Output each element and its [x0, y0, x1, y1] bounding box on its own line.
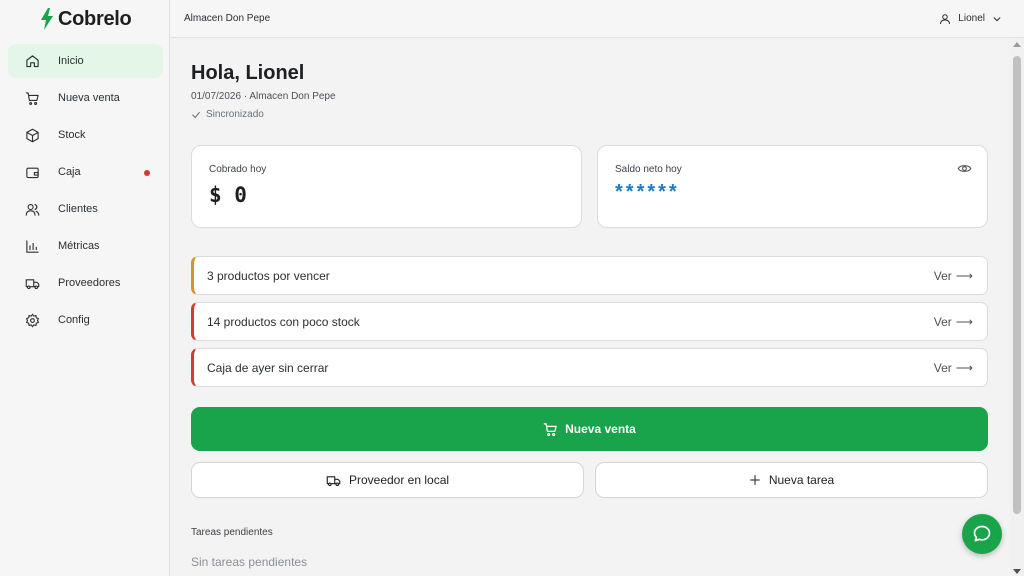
- new-sale-button[interactable]: Nueva venta: [191, 407, 988, 451]
- user-name: Lionel: [958, 13, 985, 24]
- sidebar-item-inicio[interactable]: Inicio: [8, 44, 163, 78]
- sidebar-item-nueva-venta[interactable]: Nueva venta: [8, 81, 163, 115]
- alert-link[interactable]: Ver ⟶: [934, 269, 973, 283]
- page-scrollbar[interactable]: [1010, 38, 1024, 576]
- sidebar-item-stock[interactable]: Stock: [8, 118, 163, 152]
- sidebar-nav: Inicio Nueva venta Stock Caja Clientes M…: [0, 44, 169, 337]
- alert-link-label: Ver: [933, 268, 952, 283]
- sidebar-item-proveedores[interactable]: Proveedores: [8, 266, 163, 300]
- secondary-actions: Proveedor en local Nueva tarea: [191, 462, 988, 498]
- cobrado-card: Cobrado hoy $ 0: [191, 145, 582, 228]
- sidebar-item-label: Proveedores: [58, 277, 121, 289]
- alert-link[interactable]: Ver ⟶: [934, 315, 973, 329]
- arrow-right-icon: ⟶: [955, 314, 973, 329]
- main-content: Hola, Lionel 01/07/2026 · Almacen Don Pe…: [191, 38, 988, 569]
- card-label: Cobrado hoy: [209, 164, 267, 175]
- alert-low-stock[interactable]: 14 productos con poco stock Ver ⟶: [191, 302, 988, 341]
- supplier-button[interactable]: Proveedor en local: [191, 462, 584, 498]
- box-icon: [24, 127, 40, 143]
- alert-link-label: Ver: [933, 314, 952, 329]
- date-store-line: 01/07/2026 · Almacen Don Pepe: [191, 91, 336, 102]
- truck-icon: [24, 275, 40, 291]
- sidebar-item-label: Métricas: [58, 240, 100, 252]
- sidebar: Cobrelo Inicio Nueva venta Stock Caja Cl…: [0, 0, 170, 576]
- store-name: Almacen Don Pepe: [184, 13, 271, 24]
- sidebar-item-label: Config: [58, 314, 90, 326]
- sidebar-item-label: Clientes: [58, 203, 98, 215]
- sidebar-item-label: Inicio: [58, 55, 84, 67]
- alert-text: Caja de ayer sin cerrar: [207, 360, 329, 375]
- tasks-empty-state: Sin tareas pendientes: [191, 555, 308, 569]
- arrow-right-icon: ⟶: [955, 360, 973, 375]
- alert-link[interactable]: Ver ⟶: [934, 361, 973, 375]
- user-icon: [940, 13, 951, 24]
- plus-icon: [749, 475, 760, 485]
- new-task-button[interactable]: Nueva tarea: [595, 462, 988, 498]
- bolt-logo-icon: [41, 8, 53, 30]
- cart-icon: [24, 90, 40, 106]
- scroll-up-arrow-icon[interactable]: [1013, 42, 1021, 47]
- home-icon: [24, 53, 40, 69]
- card-value: $ 0: [209, 183, 247, 207]
- chat-button[interactable]: [962, 514, 1002, 554]
- alerts-list: 3 productos por vencer Ver ⟶ 14 productos…: [191, 256, 988, 387]
- sidebar-item-label: Stock: [58, 129, 86, 141]
- users-icon: [24, 201, 40, 217]
- scroll-down-arrow-icon[interactable]: [1013, 569, 1021, 574]
- alert-link-label: Ver: [933, 360, 952, 375]
- app-name: Cobrelo: [58, 7, 132, 30]
- alert-unclosed-register[interactable]: Caja de ayer sin cerrar Ver ⟶: [191, 348, 988, 387]
- sync-label: Sincronizado: [206, 109, 264, 120]
- alert-expiring-products[interactable]: 3 productos por vencer Ver ⟶: [191, 256, 988, 295]
- gear-icon: [24, 312, 40, 328]
- sidebar-item-label: Caja: [58, 166, 81, 178]
- app-logo[interactable]: Cobrelo: [0, 0, 169, 38]
- card-label: Saldo neto hoy: [615, 164, 682, 175]
- chevron-down-icon: [993, 16, 1001, 21]
- sidebar-item-label: Nueva venta: [58, 92, 120, 104]
- sidebar-item-config[interactable]: Config: [8, 303, 163, 337]
- eye-icon[interactable]: [957, 161, 972, 181]
- sidebar-item-clientes[interactable]: Clientes: [8, 192, 163, 226]
- notification-dot: [144, 170, 150, 176]
- alert-text: 14 productos con poco stock: [207, 314, 360, 329]
- alert-text: 3 productos por vencer: [207, 268, 330, 283]
- wallet-icon: [24, 164, 40, 180]
- user-menu[interactable]: Lionel: [939, 13, 1002, 25]
- top-bar: Almacen Don Pepe Lionel: [171, 0, 1024, 38]
- bar-chart-icon: [24, 238, 40, 254]
- sidebar-item-caja[interactable]: Caja: [8, 155, 163, 189]
- summary-cards: Cobrado hoy $ 0 Saldo neto hoy ******: [191, 145, 988, 228]
- arrow-right-icon: ⟶: [955, 268, 973, 283]
- sync-status: Sincronizado: [191, 109, 988, 120]
- tasks-section-title: Tareas pendientes: [191, 527, 273, 538]
- sidebar-item-metricas[interactable]: Métricas: [8, 229, 163, 263]
- page-title: Hola, Lionel: [191, 62, 305, 84]
- truck-icon: [326, 475, 341, 486]
- check-icon: [192, 111, 200, 118]
- chat-bubble-icon: [973, 525, 991, 542]
- masked-value: ******: [615, 181, 680, 203]
- new-task-label: Nueva tarea: [768, 473, 835, 487]
- saldo-card: Saldo neto hoy ******: [597, 145, 988, 228]
- supplier-label: Proveedor en local: [348, 473, 450, 487]
- new-sale-label: Nueva venta: [565, 422, 636, 436]
- scroll-thumb[interactable]: [1013, 56, 1021, 514]
- cart-icon: [543, 422, 557, 436]
